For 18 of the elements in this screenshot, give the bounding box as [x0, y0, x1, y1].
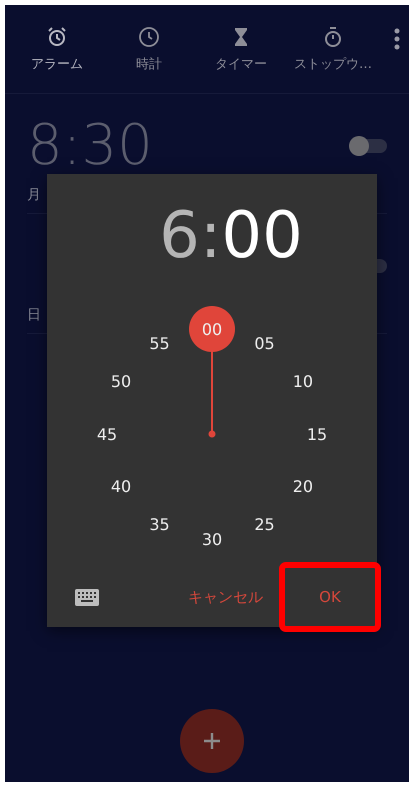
minute-option[interactable]: 30 — [189, 516, 235, 562]
tab[interactable]: 時計 — [103, 25, 195, 73]
minute-display[interactable]: 00 — [221, 201, 303, 271]
alarm-days: 日 — [27, 306, 41, 324]
minute-option[interactable]: 45 — [84, 411, 130, 457]
minute-option[interactable]: 00 — [189, 306, 235, 352]
tab[interactable]: アラーム — [11, 25, 103, 73]
more-options-icon[interactable] — [393, 28, 401, 50]
clock-icon — [137, 25, 161, 49]
hour-display[interactable]: 6 — [159, 201, 200, 271]
toggle-switch[interactable] — [349, 136, 387, 156]
time-separator: : — [200, 201, 222, 271]
tab[interactable]: タイマー — [195, 25, 287, 73]
alarm-days: 月 — [27, 186, 41, 204]
keyboard-icon[interactable] — [75, 588, 99, 606]
plus-icon — [203, 732, 221, 750]
minute-option[interactable]: 15 — [294, 411, 340, 457]
tab[interactable]: ストップウ… — [287, 25, 379, 73]
